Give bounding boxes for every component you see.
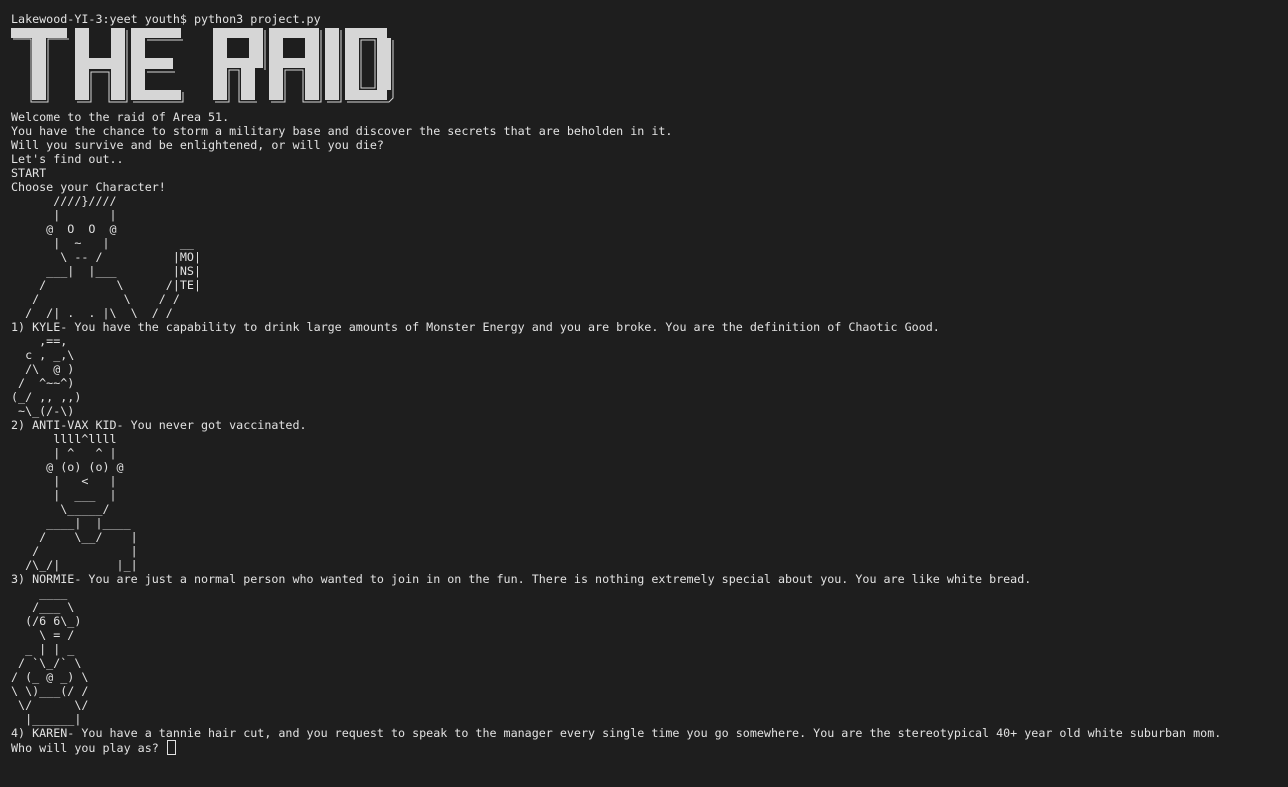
terminal-window[interactable]: Lakewood-YI-3:yeet youth$ python3 projec… <box>0 0 1288 787</box>
karen-art-line: \ \)___(/ / <box>11 684 89 698</box>
kyle-art-line: \ -- / |MO| <box>11 250 201 264</box>
kyle-art-line: / \ /|TE| <box>11 278 201 292</box>
normie-art-line: / | <box>11 544 138 558</box>
the-raid-block-letters <box>11 28 394 103</box>
kyle-art-line: | ~ | __ <box>11 236 194 250</box>
kyle-art-line: / /| . . |\ \ / / <box>11 306 173 320</box>
karen-art-line: / (_ @ _) \ <box>11 670 89 684</box>
kyle-art-line: / \ / / <box>11 292 180 306</box>
normie-art-line: llll^llll <box>11 432 117 446</box>
intro-line-2: You have the chance to storm a military … <box>11 124 673 138</box>
intro-line-3: Will you survive and be enlightened, or … <box>11 138 384 152</box>
normie-art-line: | < | <box>11 474 117 488</box>
antivax-option: 2) ANTI-VAX KID- You never got vaccinate… <box>11 418 307 432</box>
antivax-art-line: ~\_(/-\) <box>11 404 75 418</box>
kyle-art-line: ////}//// <box>11 194 117 208</box>
karen-art-line: _ | | _ <box>11 642 75 656</box>
normie-art-line: / \__/ | <box>11 530 138 544</box>
normie-art-line: @ (o) (o) @ <box>11 460 124 474</box>
text-cursor[interactable] <box>166 740 176 755</box>
prompt-line: Lakewood-YI-3:yeet youth$ python3 projec… <box>11 12 321 26</box>
intro-line-1: Welcome to the raid of Area 51. <box>11 110 230 124</box>
normie-art-line: | ^ ^ | <box>11 446 117 460</box>
input-prompt-line[interactable]: Who will you play as? <box>11 740 176 755</box>
kyle-art-line: | | <box>11 208 117 222</box>
karen-art-line: /___ \ <box>11 600 75 614</box>
antivax-art-line: c , _,\ <box>11 348 75 362</box>
normie-art-line: ____| |____ <box>11 516 131 530</box>
karen-art-line: |______| <box>11 712 82 726</box>
karen-art-line: / `\_/` \ <box>11 656 82 670</box>
karen-art-line: \/ \/ <box>11 698 89 712</box>
intro-line-4: Let's find out.. <box>11 152 124 166</box>
choose-character-heading: Choose your Character! <box>11 180 166 194</box>
kyle-art-line: ___| |___ |NS| <box>11 264 201 278</box>
antivax-art-line: / ^~~^) <box>11 376 75 390</box>
kyle-art-line: @ O O @ <box>11 222 117 236</box>
normie-option: 3) NORMIE- You are just a normal person … <box>11 572 1032 586</box>
the-raid-banner <box>11 28 403 113</box>
karen-art-line: \ = / <box>11 628 75 642</box>
antivax-art-line: /\ @ ) <box>11 362 75 376</box>
kyle-option: 1) KYLE- You have the capability to drin… <box>11 320 940 334</box>
normie-art-line: | ___ | <box>11 488 117 502</box>
antivax-art-line: (_/ ,, ,,) <box>11 390 82 404</box>
normie-art-line: \_____/ <box>11 502 110 516</box>
karen-art-line: (/6 6\_) <box>11 614 82 628</box>
karen-art-line: ____ <box>11 586 68 600</box>
start-label: START <box>11 166 47 180</box>
antivax-art-line: ,==, <box>11 334 68 348</box>
question-text: Who will you play as? <box>11 741 159 755</box>
karen-option: 4) KAREN- You have a tannie hair cut, an… <box>11 726 1222 740</box>
normie-art-line: /\_/| |_| <box>11 558 138 572</box>
